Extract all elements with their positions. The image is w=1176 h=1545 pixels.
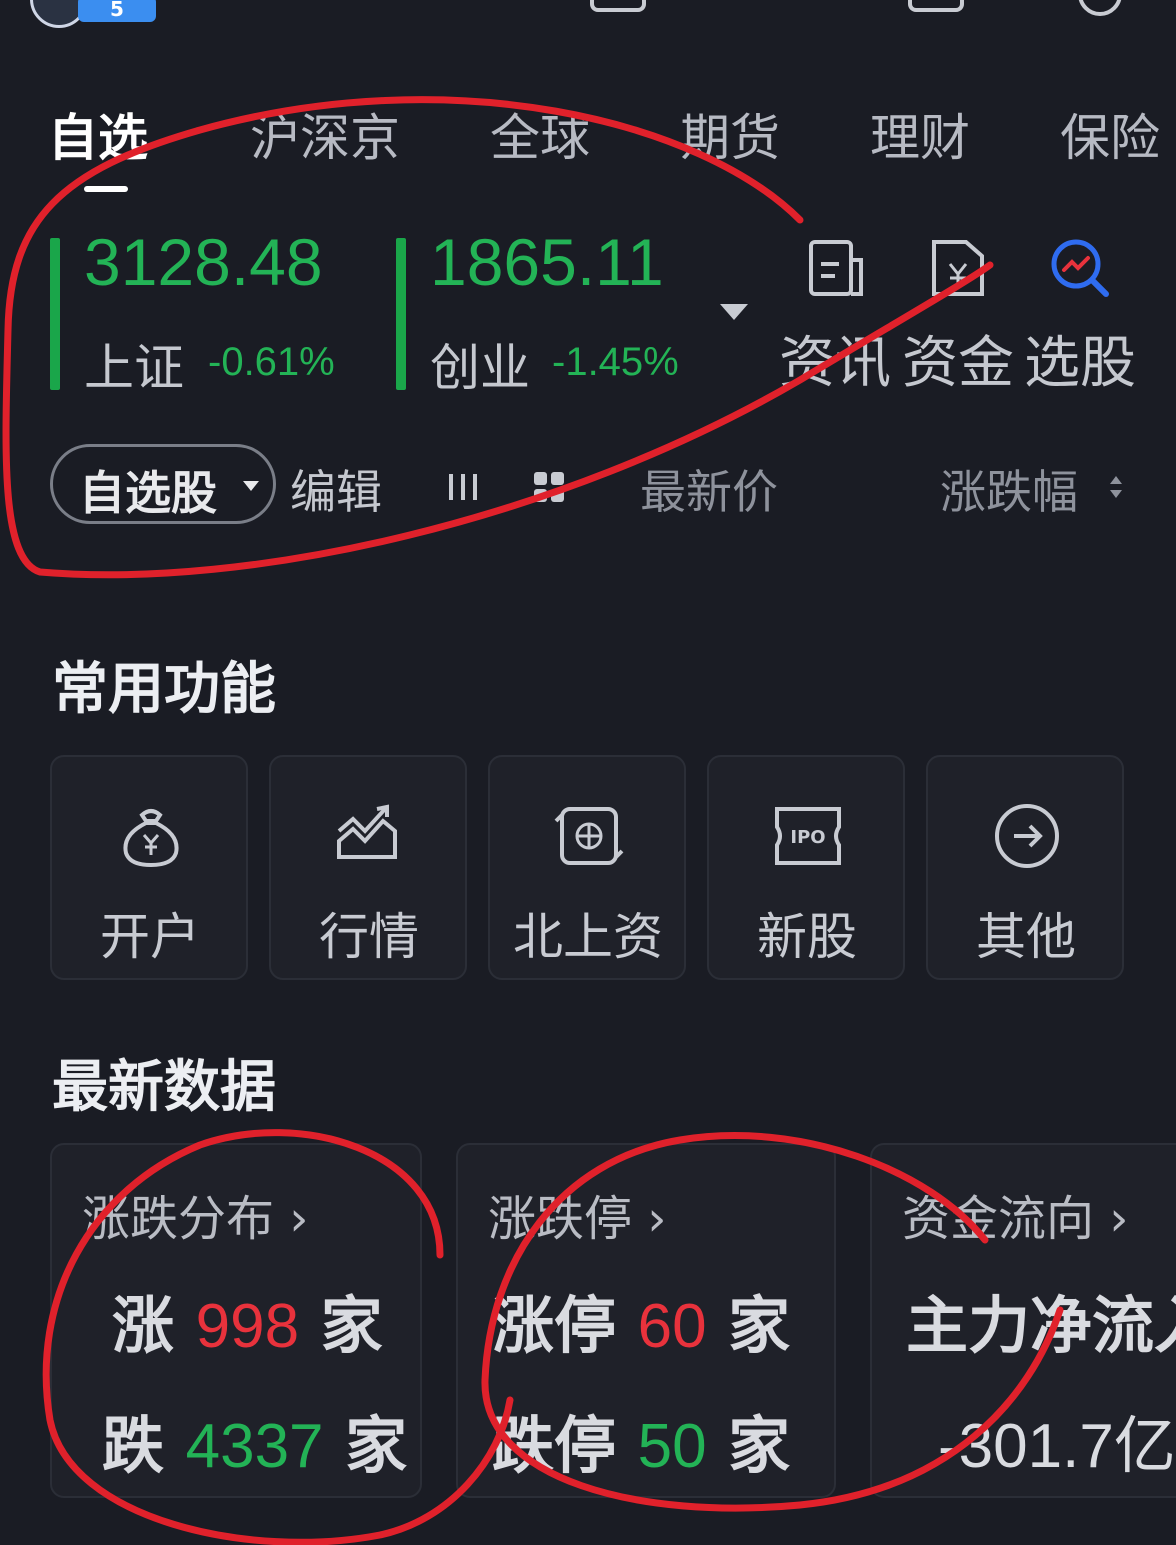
tab-insurance[interactable]: 保险 xyxy=(1060,98,1160,170)
index-change: -0.61% xyxy=(208,340,335,384)
chart-icon[interactable] xyxy=(748,0,804,12)
trend-chart-icon xyxy=(337,804,397,859)
search-icon[interactable] xyxy=(1078,0,1122,16)
function-label: 北上资 xyxy=(513,908,663,966)
index-shanghai[interactable]: 3128.48 上证 -0.61% xyxy=(50,225,380,397)
function-northbound[interactable]: 北上资 xyxy=(488,755,686,980)
quick-stock-picker[interactable]: 选股 xyxy=(1020,236,1140,399)
watchlist-toolbar: 自选股 编辑 最新价 涨跌幅 xyxy=(0,440,1176,530)
latest-data-title: 最新数据 xyxy=(52,1055,276,1120)
tab-futures[interactable]: 期货 xyxy=(680,98,780,170)
card-title: 资金流向 › xyxy=(902,1191,1129,1247)
change-pct-column[interactable]: 涨跌幅 xyxy=(940,456,1078,522)
limit-down-row: 跌停 50 家 xyxy=(492,1409,791,1482)
list-view-icon[interactable] xyxy=(446,470,480,504)
market-tabs: 自选 沪深京 全球 期货 理财 保险 xyxy=(0,98,1176,178)
function-label: 行情 xyxy=(319,908,419,966)
arrow-circle-icon xyxy=(995,804,1059,868)
quick-funds[interactable]: 资金 xyxy=(898,236,1018,399)
money-bag-icon xyxy=(123,809,179,868)
function-label: 开户 xyxy=(100,908,200,966)
ipo-ticket-icon: IPO xyxy=(775,807,841,865)
stock-search-icon xyxy=(1051,239,1109,297)
limit-up-count: 60 xyxy=(637,1292,707,1361)
tab-watchlist[interactable]: 自选 xyxy=(48,98,148,170)
fund-flow-card[interactable]: 资金流向 › 主力净流入 -301.7亿 xyxy=(870,1143,1176,1498)
fund-flow-label: 主力净流入 xyxy=(906,1289,1176,1362)
down-count: 4337 xyxy=(185,1412,324,1481)
card-title: 涨跌分布 › xyxy=(82,1191,309,1247)
yuan-doc-icon xyxy=(932,240,984,296)
watchlist-group-select[interactable]: 自选股 xyxy=(50,444,276,524)
message-icon[interactable] xyxy=(590,0,646,12)
distribution-card[interactable]: 涨跌分布 › 涨 998 家 跌 4337 家 xyxy=(50,1143,422,1498)
active-tab-indicator xyxy=(84,186,128,192)
quick-label: 资讯 xyxy=(779,331,891,396)
quick-label: 资金 xyxy=(902,331,1014,396)
limit-down-count: 50 xyxy=(637,1412,707,1481)
limit-card[interactable]: 涨跌停 › 涨停 60 家 跌停 50 家 xyxy=(456,1143,836,1498)
quick-news[interactable]: 资讯 xyxy=(775,236,895,399)
index-bar xyxy=(50,238,60,390)
functions-title: 常用功能 xyxy=(52,657,276,722)
index-dropdown-icon[interactable] xyxy=(720,304,748,320)
top-bar: 5 xyxy=(0,0,1176,40)
index-name: 创业 xyxy=(430,339,530,397)
index-chinext[interactable]: 1865.11 创业 -1.45% xyxy=(396,225,716,397)
up-count: 998 xyxy=(195,1292,300,1361)
index-bar xyxy=(396,238,406,390)
latest-price-column[interactable]: 最新价 xyxy=(640,456,778,522)
watchlist-group-label: 自选股 xyxy=(79,466,217,520)
function-label: 新股 xyxy=(757,908,857,966)
function-market[interactable]: 行情 xyxy=(269,755,467,980)
svg-text:IPO: IPO xyxy=(790,827,825,848)
wallet-icon[interactable] xyxy=(908,0,964,12)
level-badge: 5 xyxy=(78,0,156,22)
avatar[interactable]: 5 xyxy=(30,0,156,28)
grid-view-icon[interactable] xyxy=(532,470,566,504)
edit-button[interactable]: 编辑 xyxy=(290,456,382,522)
function-open-account[interactable]: 开户 xyxy=(50,755,248,980)
quick-label: 选股 xyxy=(1024,331,1136,396)
tab-global[interactable]: 全球 xyxy=(490,98,590,170)
limit-up-row: 涨停 60 家 xyxy=(492,1289,791,1362)
fund-flow-value: -301.7亿 xyxy=(938,1412,1176,1481)
index-value: 3128.48 xyxy=(84,225,323,299)
tab-china-market[interactable]: 沪深京 xyxy=(250,98,400,170)
news-doc-icon xyxy=(809,240,863,296)
tab-wealth[interactable]: 理财 xyxy=(870,98,970,170)
down-count-row: 跌 4337 家 xyxy=(102,1409,408,1482)
chevron-down-icon xyxy=(243,481,259,491)
index-name: 上证 xyxy=(84,339,184,397)
hk-flower-icon xyxy=(554,807,624,865)
function-label: 其他 xyxy=(976,908,1076,966)
card-title: 涨跌停 › xyxy=(488,1191,667,1247)
function-new-shares[interactable]: IPO 新股 xyxy=(707,755,905,980)
up-count-row: 涨 998 家 xyxy=(112,1289,383,1362)
index-value: 1865.11 xyxy=(430,225,664,299)
index-change: -1.45% xyxy=(552,340,679,384)
sort-icon[interactable] xyxy=(1108,472,1124,502)
function-other[interactable]: 其他 xyxy=(926,755,1124,980)
